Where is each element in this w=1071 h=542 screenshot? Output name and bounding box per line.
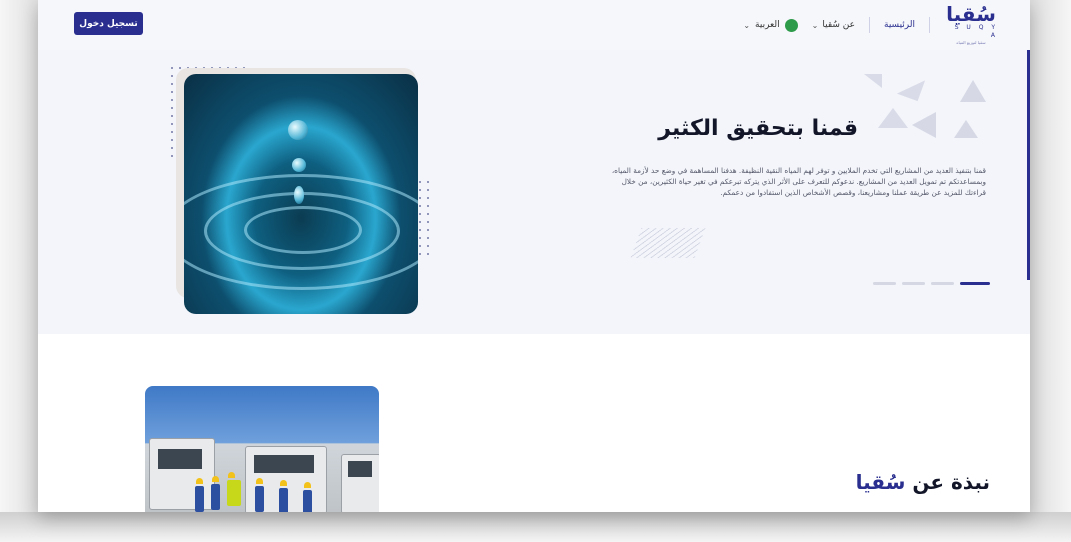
nav-about-dropdown[interactable]: عن سُقيا ⌄ (812, 20, 855, 30)
hatch-decoration (630, 228, 706, 258)
browser-page: تسجيل دخول سُقيا S U Q Y A سقيا لتوزيع ا… (38, 0, 1030, 512)
truck (341, 454, 379, 512)
water-drop (292, 158, 306, 172)
frame-edge-right (1030, 0, 1071, 542)
triangle-decoration (896, 72, 926, 102)
water-drop (294, 186, 304, 204)
chevron-down-icon: ⌄ (811, 20, 819, 30)
hero-title: قمنا بتحقيق الكثير (658, 116, 858, 141)
nav-divider (929, 17, 930, 33)
language-label: العربية (755, 20, 780, 30)
water-ripple (244, 206, 362, 254)
tanker-trucks-image (145, 386, 379, 512)
water-drop-image (184, 74, 418, 314)
triangle-decoration (912, 112, 936, 138)
nav-divider (869, 17, 870, 33)
site-logo[interactable]: سُقيا S U Q Y A سقيا لتوزيع المياه (944, 4, 998, 46)
triangle-decoration (864, 74, 882, 88)
worker-figure (195, 478, 204, 512)
logo-arabic: سُقيا (946, 2, 996, 26)
nav-about-label: عن سُقيا (822, 20, 855, 30)
worker-figure (279, 480, 288, 512)
slider-pagination (873, 282, 990, 285)
logo-tagline: سقيا لتوزيع المياه (956, 40, 986, 45)
slider-dot[interactable] (931, 282, 954, 285)
nav-home-link[interactable]: الرئيسية (884, 20, 915, 30)
about-section-title: نبذة عن سُقيا (856, 470, 990, 494)
triangle-decoration (954, 120, 978, 138)
slider-dot[interactable] (902, 282, 925, 285)
worker-figure (211, 476, 220, 510)
truck-window (254, 455, 314, 473)
truck (149, 438, 215, 510)
worker-figure (227, 472, 241, 506)
nav-right-group: سُقيا S U Q Y A سقيا لتوزيع المياه الرئي… (743, 4, 998, 46)
flag-icon (784, 18, 798, 32)
logo-english: S U Q Y A (954, 24, 998, 39)
frame-edge-bottom (0, 512, 1071, 542)
scroll-indicator (1027, 50, 1030, 280)
navbar: تسجيل دخول سُقيا S U Q Y A سقيا لتوزيع ا… (38, 0, 1030, 50)
chevron-down-icon: ⌄ (743, 20, 751, 30)
login-button[interactable]: تسجيل دخول (74, 12, 143, 35)
worker-figure (255, 478, 264, 512)
triangle-decoration (960, 80, 986, 102)
language-selector[interactable]: العربية ⌄ (743, 18, 798, 32)
about-title-prefix: نبذة عن (912, 470, 990, 494)
frame-edge-left (0, 0, 38, 542)
triangle-decoration (878, 108, 908, 128)
hero-paragraph: قمنا بتنفيذ العديد من المشاريع التي تخدم… (611, 166, 986, 197)
hero-section: قمنا بتحقيق الكثير قمنا بتنفيذ العديد من… (38, 50, 1030, 334)
water-drop (288, 120, 308, 140)
truck-window (158, 449, 202, 469)
worker-figure (303, 482, 312, 512)
slider-dot[interactable] (873, 282, 896, 285)
about-title-accent: سُقيا (855, 470, 906, 494)
slider-dot-active[interactable] (960, 282, 990, 285)
truck-window (348, 461, 372, 477)
